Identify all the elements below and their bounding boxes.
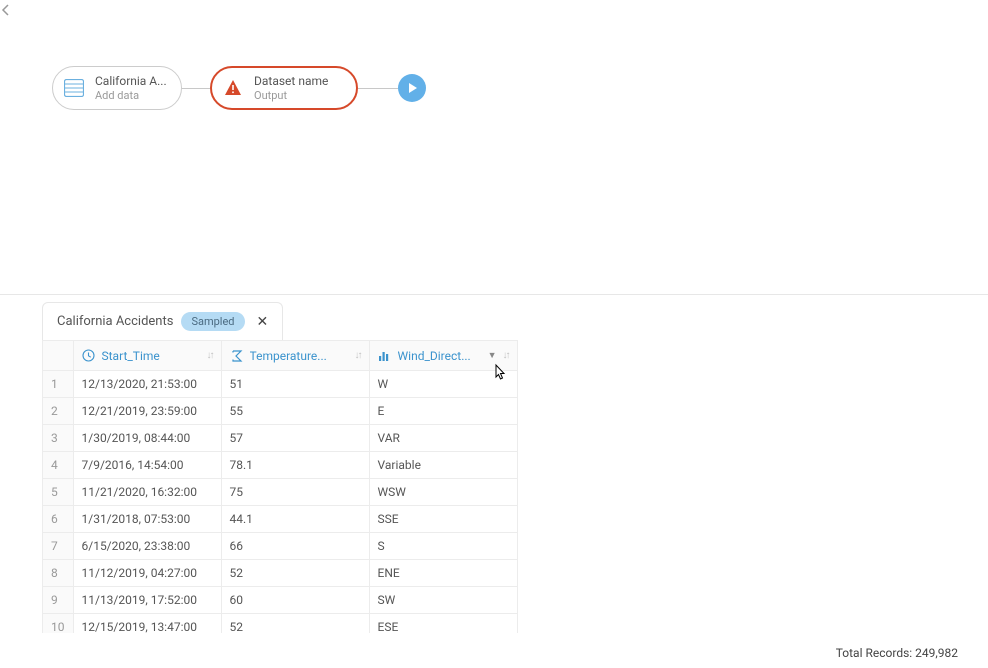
table-row[interactable]: 112/13/2020, 21:53:0051W bbox=[43, 371, 518, 398]
table-row[interactable]: 76/15/2020, 23:38:0066S bbox=[43, 533, 518, 560]
sort-icon[interactable]: ↓↑ bbox=[355, 350, 361, 361]
cell-start-time: 1/30/2019, 08:44:00 bbox=[73, 425, 221, 452]
data-table-panel: Start_Time ↓↑ Temperature... ↓↑ bbox=[42, 340, 973, 633]
cell-wind-direction: SW bbox=[369, 587, 517, 614]
table-row[interactable]: 212/21/2019, 23:59:0055E bbox=[43, 398, 518, 425]
close-icon[interactable]: ✕ bbox=[257, 314, 269, 330]
cell-start-time: 11/21/2020, 16:32:00 bbox=[73, 479, 221, 506]
model-canvas[interactable]: California A... Add data Dataset name Ou… bbox=[0, 0, 988, 295]
cell-start-time: 1/31/2018, 07:53:00 bbox=[73, 506, 221, 533]
cell-wind-direction: W bbox=[369, 371, 517, 398]
connector-line bbox=[180, 88, 210, 89]
table-row[interactable]: 511/21/2020, 16:32:0075WSW bbox=[43, 479, 518, 506]
clock-icon bbox=[82, 349, 96, 363]
row-number: 4 bbox=[43, 452, 74, 479]
connector-line bbox=[358, 88, 398, 89]
data-table: Start_Time ↓↑ Temperature... ↓↑ bbox=[42, 340, 518, 633]
table-row[interactable]: 811/12/2019, 04:27:0052ENE bbox=[43, 560, 518, 587]
table-icon bbox=[63, 77, 85, 99]
row-number: 6 bbox=[43, 506, 74, 533]
table-row[interactable]: 47/9/2016, 14:54:0078.1Variable bbox=[43, 452, 518, 479]
rownum-header bbox=[43, 341, 74, 371]
tab-title: California Accidents bbox=[57, 314, 173, 329]
data-node[interactable]: California A... Add data bbox=[52, 66, 182, 110]
play-icon bbox=[406, 82, 418, 94]
cell-wind-direction: S bbox=[369, 533, 517, 560]
cell-temperature: 75 bbox=[221, 479, 369, 506]
sort-icon[interactable]: ↓↑ bbox=[503, 350, 509, 361]
sampled-badge: Sampled bbox=[181, 312, 244, 331]
node-subtitle: Add data bbox=[95, 89, 167, 102]
sort-icon[interactable]: ↓↑ bbox=[207, 350, 213, 361]
warning-icon bbox=[222, 77, 244, 99]
table-header-row: Start_Time ↓↑ Temperature... ↓↑ bbox=[43, 341, 518, 371]
cell-wind-direction: ESE bbox=[369, 614, 517, 634]
cell-wind-direction: Variable bbox=[369, 452, 517, 479]
node-title: California A... bbox=[95, 74, 167, 88]
row-number: 9 bbox=[43, 587, 74, 614]
row-number: 8 bbox=[43, 560, 74, 587]
row-number: 7 bbox=[43, 533, 74, 560]
node-subtitle: Output bbox=[254, 89, 328, 102]
cell-start-time: 6/15/2020, 23:38:00 bbox=[73, 533, 221, 560]
total-records-value: 249,982 bbox=[915, 646, 958, 660]
node-title: Dataset name bbox=[254, 74, 328, 88]
cell-start-time: 12/15/2019, 13:47:00 bbox=[73, 614, 221, 634]
cell-temperature: 44.1 bbox=[221, 506, 369, 533]
cell-temperature: 51 bbox=[221, 371, 369, 398]
table-row[interactable]: 911/13/2019, 17:52:0060SW bbox=[43, 587, 518, 614]
cell-temperature: 52 bbox=[221, 560, 369, 587]
cell-wind-direction: VAR bbox=[369, 425, 517, 452]
cell-start-time: 12/13/2020, 21:53:00 bbox=[73, 371, 221, 398]
cell-temperature: 60 bbox=[221, 587, 369, 614]
cell-temperature: 57 bbox=[221, 425, 369, 452]
row-number: 10 bbox=[43, 614, 74, 634]
column-header-start-time[interactable]: Start_Time ↓↑ bbox=[73, 341, 221, 371]
column-header-temperature[interactable]: Temperature... ↓↑ bbox=[221, 341, 369, 371]
row-number: 2 bbox=[43, 398, 74, 425]
cell-temperature: 52 bbox=[221, 614, 369, 634]
output-node[interactable]: Dataset name Output bbox=[210, 66, 358, 110]
tab-bar: California Accidents Sampled ✕ bbox=[0, 296, 988, 340]
cell-start-time: 11/13/2019, 17:52:00 bbox=[73, 587, 221, 614]
cell-start-time: 11/12/2019, 04:27:00 bbox=[73, 560, 221, 587]
cell-wind-direction: WSW bbox=[369, 479, 517, 506]
table-row[interactable]: 1012/15/2019, 13:47:0052ESE bbox=[43, 614, 518, 634]
cell-wind-direction: ENE bbox=[369, 560, 517, 587]
cell-temperature: 78.1 bbox=[221, 452, 369, 479]
column-header-wind-direction[interactable]: Wind_Direct... ▼ ↓↑ bbox=[369, 341, 517, 371]
total-records-label: Total Records: bbox=[836, 646, 912, 660]
sigma-icon bbox=[230, 349, 244, 363]
total-records: Total Records: 249,982 bbox=[836, 646, 958, 660]
cell-wind-direction: E bbox=[369, 398, 517, 425]
tab-california-accidents[interactable]: California Accidents Sampled ✕ bbox=[42, 302, 283, 340]
dropdown-caret-icon[interactable]: ▼ bbox=[488, 350, 497, 361]
table-row[interactable]: 31/30/2019, 08:44:0057VAR bbox=[43, 425, 518, 452]
table-row[interactable]: 61/31/2018, 07:53:0044.1SSE bbox=[43, 506, 518, 533]
cell-start-time: 12/21/2019, 23:59:00 bbox=[73, 398, 221, 425]
bar-chart-icon bbox=[378, 349, 392, 363]
row-number: 1 bbox=[43, 371, 74, 398]
cell-wind-direction: SSE bbox=[369, 506, 517, 533]
cell-temperature: 66 bbox=[221, 533, 369, 560]
cell-temperature: 55 bbox=[221, 398, 369, 425]
run-button[interactable] bbox=[398, 74, 426, 102]
cell-start-time: 7/9/2016, 14:54:00 bbox=[73, 452, 221, 479]
row-number: 5 bbox=[43, 479, 74, 506]
row-number: 3 bbox=[43, 425, 74, 452]
